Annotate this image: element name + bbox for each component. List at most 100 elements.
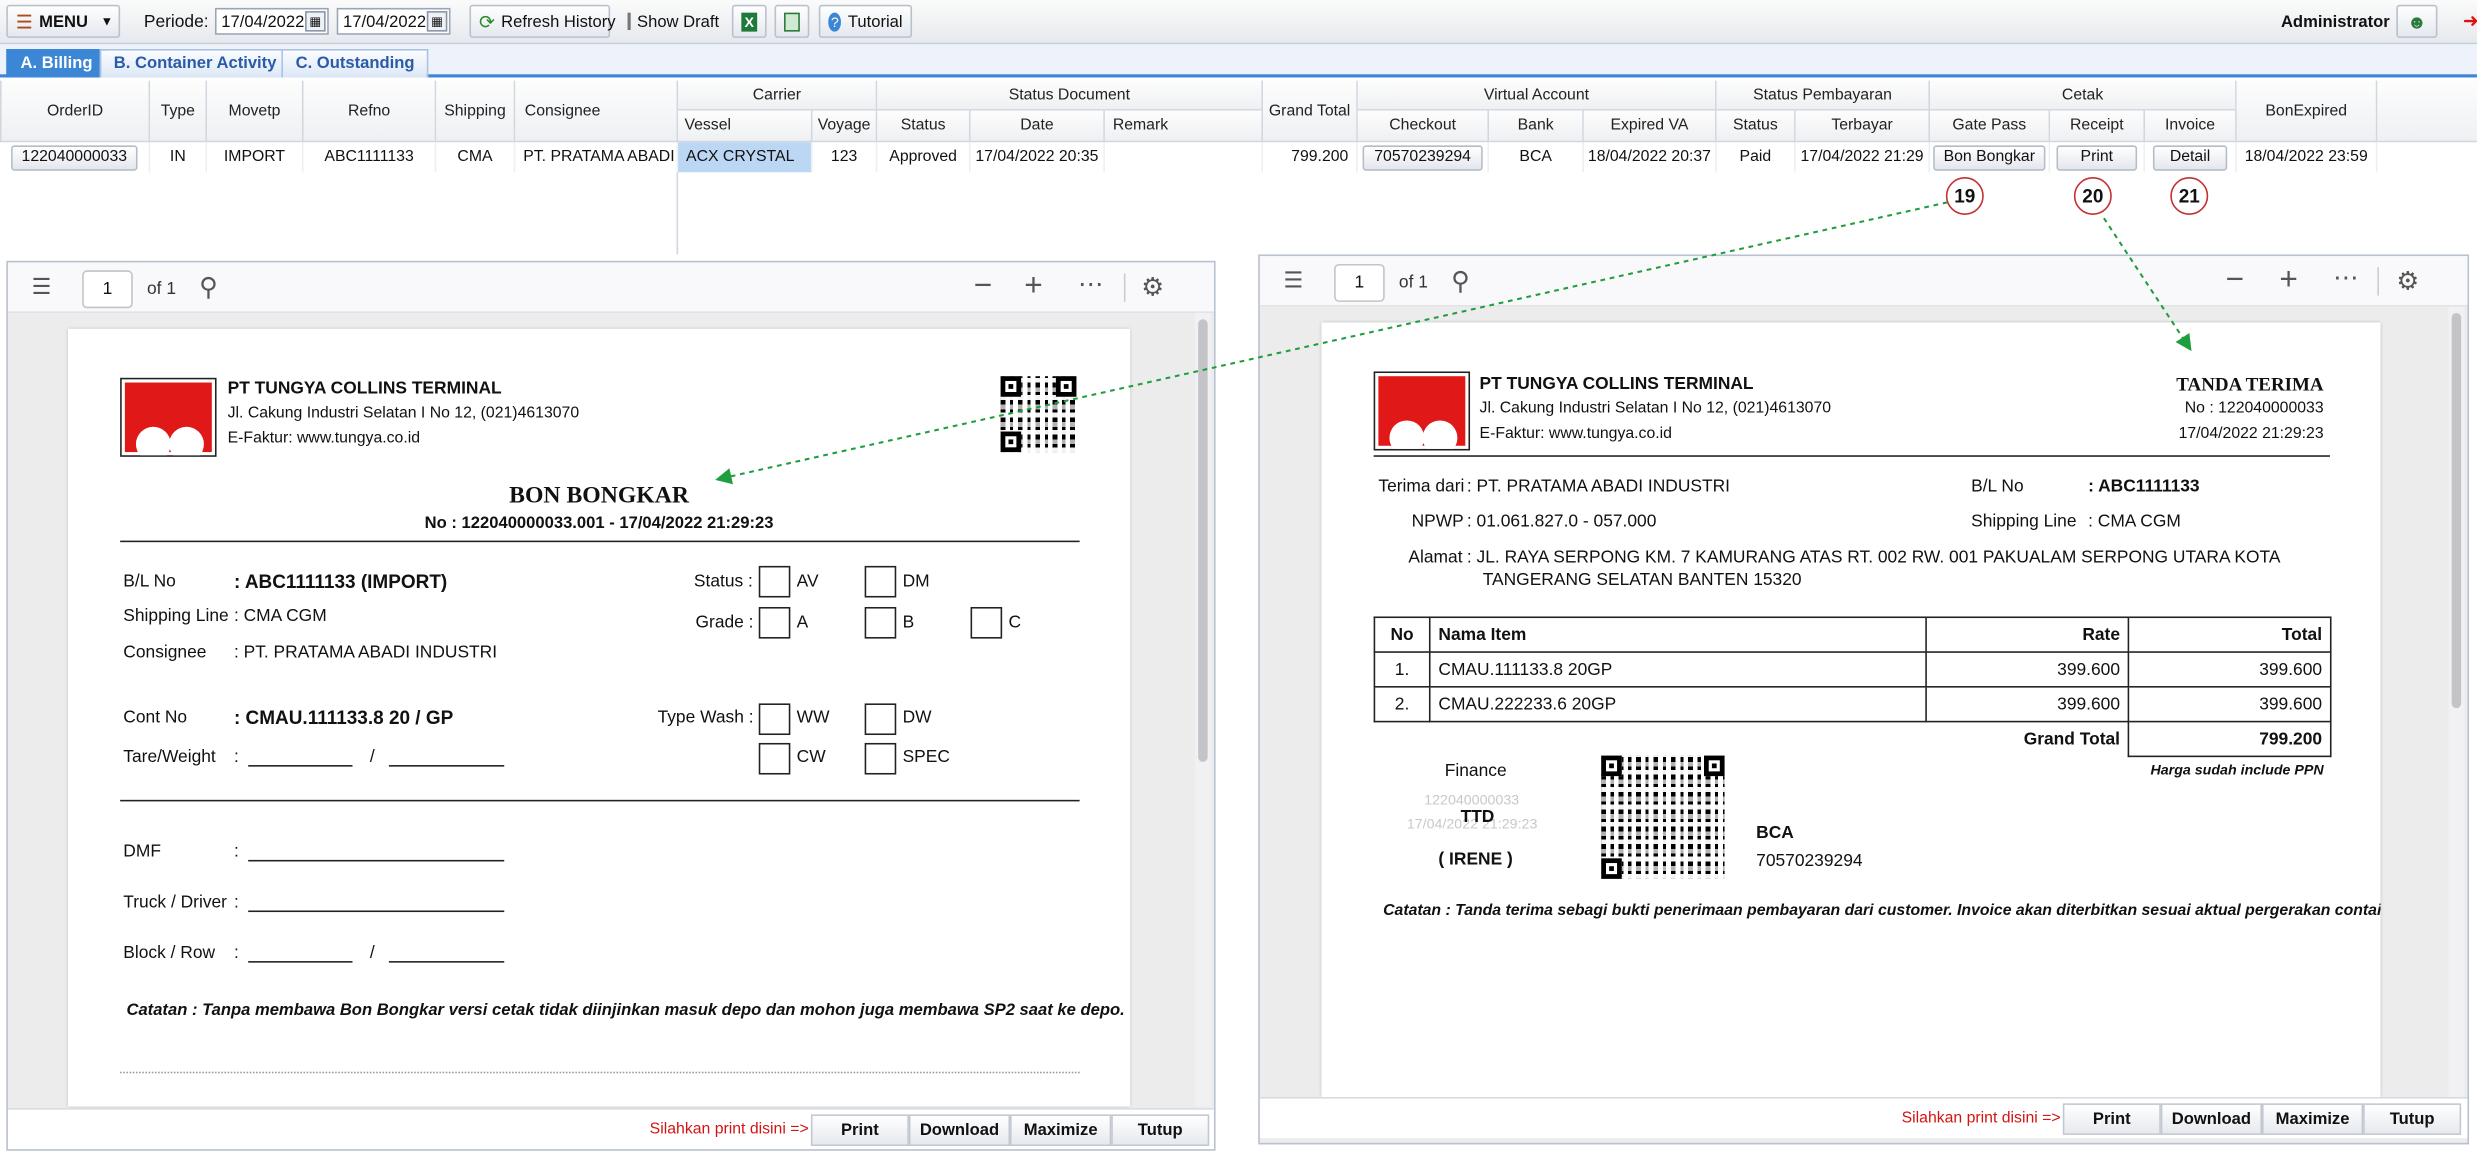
col-refno[interactable]: Refno xyxy=(303,80,437,143)
scrollbar-thumb[interactable] xyxy=(2451,312,2462,709)
more-icon[interactable]: ⋯ xyxy=(1078,269,1103,301)
maximize-button[interactable]: Maximize xyxy=(2261,1103,2364,1135)
grade-c-checkbox xyxy=(970,606,1003,639)
col-order-id[interactable]: OrderID xyxy=(0,80,151,143)
checkout-cell[interactable]: 70570239294 xyxy=(1358,142,1490,173)
search-icon[interactable]: ⚲ xyxy=(1451,266,1470,298)
item-rate: 399.600 xyxy=(1925,686,2130,723)
col-status[interactable]: Status xyxy=(877,110,971,143)
col-invoice[interactable]: Invoice xyxy=(2145,110,2237,143)
download-button[interactable]: Download xyxy=(2160,1103,2262,1135)
item-total: 399.600 xyxy=(2127,686,2332,723)
group-carrier: Carrier xyxy=(678,80,878,111)
ww-label: WW xyxy=(796,708,830,728)
tab-billing[interactable]: A. Billing xyxy=(6,49,107,78)
settings-icon[interactable]: ⚙ xyxy=(2396,266,2419,298)
qr-code xyxy=(1000,376,1077,453)
divider xyxy=(1373,455,2330,457)
zoom-out-icon[interactable]: − xyxy=(2226,262,2244,298)
gate-pass-cell[interactable]: Bon Bongkar xyxy=(1930,142,2051,173)
col-bon-expired[interactable]: BonExpired xyxy=(2236,80,2378,143)
vessel-cell[interactable]: ACX CRYSTAL xyxy=(678,142,813,173)
calendar-icon[interactable]: ▦ xyxy=(426,11,448,32)
checkout-button[interactable]: 70570239294 xyxy=(1363,144,1483,170)
col-receipt[interactable]: Receipt xyxy=(2050,110,2146,143)
print-hint: Silahkan print disini => xyxy=(1901,1109,2061,1128)
date-to-field[interactable]: 17/04/2022 ▦ xyxy=(336,7,451,35)
col-movetp[interactable]: Movetp xyxy=(207,80,304,143)
menu-button[interactable]: ☰ MENU ▼ xyxy=(6,4,121,38)
cont-no-value: : CMAU.111133.8 20 / GP xyxy=(233,706,454,729)
maximize-button[interactable]: Maximize xyxy=(1010,1114,1112,1147)
download-button[interactable]: Download xyxy=(908,1114,1011,1147)
shipping-line-value: : CMA CGM xyxy=(233,606,327,626)
col-type[interactable]: Type xyxy=(150,80,208,143)
print-button[interactable]: Print xyxy=(810,1114,909,1147)
movetp-cell: IMPORT xyxy=(207,142,304,173)
col-gate-pass[interactable]: Gate Pass xyxy=(1930,110,2051,143)
user-name: Administrator xyxy=(2280,12,2390,32)
col-terbayar[interactable]: Terbayar xyxy=(1795,110,1931,143)
tare-slash: / xyxy=(369,747,375,767)
calendar-icon[interactable]: ▦ xyxy=(305,11,326,32)
refresh-history-button[interactable]: ⟳ Refresh History xyxy=(469,4,616,38)
show-draft-checkbox[interactable] xyxy=(627,12,631,31)
divider xyxy=(120,799,1080,802)
col-grand-total[interactable]: Grand Total xyxy=(1262,80,1358,143)
col-remark[interactable]: Remark xyxy=(1104,110,1263,143)
zoom-in-icon[interactable]: + xyxy=(1024,269,1042,305)
zoom-out-icon[interactable]: − xyxy=(974,269,992,305)
scrollbar[interactable] xyxy=(1195,312,1211,1107)
outline-icon[interactable]: ☰ xyxy=(32,273,52,300)
col-checkout[interactable]: Checkout xyxy=(1357,110,1490,143)
receipt-cell[interactable]: Print xyxy=(2050,142,2146,173)
scrollbar-thumb[interactable] xyxy=(1198,319,1208,762)
col-expired-va[interactable]: Expired VA xyxy=(1583,110,1717,143)
tab-outstanding[interactable]: C. Outstanding xyxy=(281,49,429,78)
tutup-button[interactable]: Tutup xyxy=(2363,1103,2462,1135)
th-item: Nama Item xyxy=(1428,616,1928,653)
export-button[interactable] xyxy=(774,4,810,38)
col-pay-status[interactable]: Status xyxy=(1716,110,1796,143)
callout-20: 20 xyxy=(2073,177,2112,215)
col-bank[interactable]: Bank xyxy=(1489,110,1584,143)
more-icon[interactable]: ⋯ xyxy=(2333,262,2358,294)
order-id-cell[interactable]: 122040000033 xyxy=(0,142,151,173)
user-menu-button[interactable]: ☻ xyxy=(2396,4,2438,38)
outline-icon[interactable]: ☰ xyxy=(1284,267,1304,294)
bl-value: : ABC1111133 (IMPORT) xyxy=(233,570,448,593)
tutorial-button[interactable]: ? Tutorial xyxy=(818,4,913,38)
page-number-input[interactable]: 1 xyxy=(82,270,133,309)
search-icon[interactable]: ⚲ xyxy=(199,272,218,304)
company-address: Jl. Cakung Industri Selatan I No 12, (02… xyxy=(227,404,580,423)
col-consignee[interactable]: Consignee xyxy=(515,80,679,143)
pay-status-cell: Paid xyxy=(1717,142,1796,173)
invoice-detail-button[interactable]: Detail xyxy=(2152,144,2228,170)
col-shipping[interactable]: Shipping xyxy=(436,80,516,143)
page-number-input[interactable]: 1 xyxy=(1334,263,1385,302)
scrollbar[interactable] xyxy=(2448,306,2465,1098)
settings-icon[interactable]: ⚙ xyxy=(1141,272,1164,304)
bon-bongkar-page: PT TUNGYA COLLINS TERMINAL Jl. Cakung In… xyxy=(67,328,1131,1107)
col-date[interactable]: Date xyxy=(970,110,1105,143)
tutup-button[interactable]: Tutup xyxy=(1111,1114,1210,1147)
date-cell: 17/04/2022 20:35 xyxy=(971,142,1105,173)
dw-label: DW xyxy=(902,708,932,728)
col-vessel[interactable]: Vessel xyxy=(678,110,813,143)
receipt-print-button[interactable]: Print xyxy=(2056,144,2137,170)
date-from-field[interactable]: 17/04/2022 ▦ xyxy=(214,7,329,35)
order-id-value[interactable]: 122040000033 xyxy=(10,144,139,170)
zoom-in-icon[interactable]: + xyxy=(2279,262,2297,298)
col-voyage[interactable]: Voyage xyxy=(812,110,878,143)
invoice-cell[interactable]: Detail xyxy=(2145,142,2237,173)
item-total: 399.600 xyxy=(2127,651,2332,688)
bon-bongkar-button[interactable]: Bon Bongkar xyxy=(1932,144,2047,170)
items-table: No Nama Item Rate Total 1. CMAU.111133.8… xyxy=(1373,616,2332,758)
excel-button[interactable]: X xyxy=(731,4,767,38)
npwp-value: : 01.061.827.0 - 057.000 xyxy=(1466,512,1657,532)
cw-label: CW xyxy=(796,747,826,767)
tab-container-activity[interactable]: B. Container Activity xyxy=(99,49,291,78)
print-button[interactable]: Print xyxy=(2062,1103,2161,1135)
logout-icon[interactable]: ➜ xyxy=(2463,9,2477,31)
show-draft-toggle[interactable]: Show Draft xyxy=(618,5,724,38)
